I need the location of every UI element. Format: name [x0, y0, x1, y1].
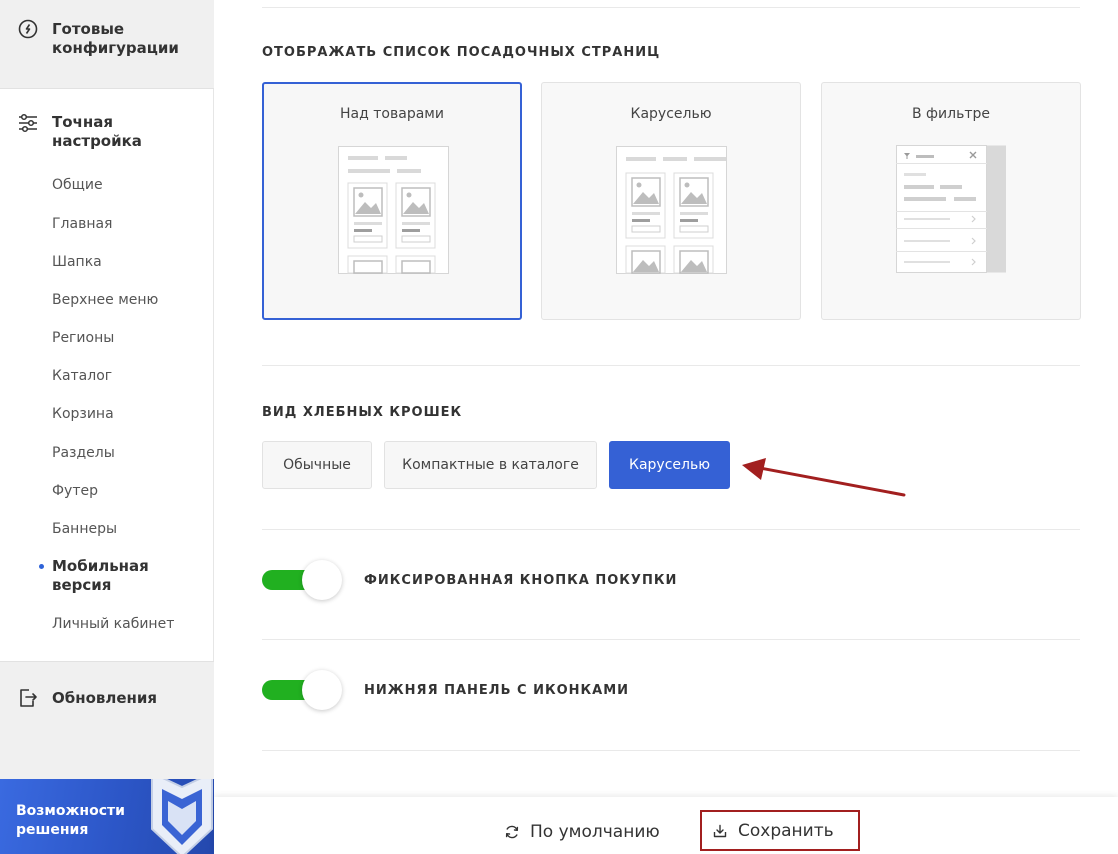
- landing-option-filter[interactable]: В фильтре: [821, 82, 1081, 320]
- sidebar-section-updates[interactable]: Обновления: [0, 661, 214, 779]
- reset-default-button[interactable]: По умолчанию: [504, 812, 660, 852]
- breadcrumbs-option-regular[interactable]: Обычные: [262, 441, 372, 489]
- annotation-arrow: [742, 458, 906, 497]
- updates-icon: [20, 689, 37, 707]
- save-button[interactable]: Сохранить: [700, 810, 860, 851]
- sidebar-head-fine-tuning[interactable]: Точная настройка: [52, 113, 172, 151]
- toggle-knob: [302, 670, 342, 710]
- landing-section-title: ОТОБРАЖАТЬ СПИСОК ПОСАДОЧНЫХ СТРАНИЦ: [262, 45, 661, 60]
- sidebar-item-footer[interactable]: Футер: [52, 482, 98, 500]
- action-footer: По умолчанию Сохранить: [214, 797, 1118, 854]
- sidebar: Готовые конфигурации Точная настройка Об…: [0, 0, 214, 854]
- landing-option-carousel[interactable]: Каруселью: [541, 82, 801, 320]
- sidebar-item-banners[interactable]: Баннеры: [52, 520, 117, 538]
- sidebar-item-account[interactable]: Личный кабинет: [52, 615, 174, 633]
- sidebar-item-mobile[interactable]: Мобильная версия: [52, 557, 172, 595]
- carousel-preview-icon: [616, 146, 727, 274]
- divider-breadcrumbs: [262, 529, 1080, 530]
- sliders-icon: [19, 113, 37, 133]
- sidebar-item-general[interactable]: Общие: [52, 176, 103, 194]
- above-products-preview-icon: [338, 146, 449, 274]
- filter-preview-icon: [896, 145, 1006, 273]
- save-label: Сохранить: [738, 820, 834, 841]
- shield-logo-icon: [151, 779, 213, 854]
- breadcrumbs-section-title: ВИД ХЛЕБНЫХ КРОШЕК: [262, 405, 463, 420]
- promo-banner[interactable]: Возможности решения: [0, 779, 214, 854]
- toggle-knob: [302, 560, 342, 600]
- sidebar-item-main[interactable]: Главная: [52, 215, 112, 233]
- landing-option-label: В фильтре: [912, 106, 990, 122]
- refresh-icon: [505, 825, 519, 839]
- divider-top: [262, 7, 1080, 8]
- divider-landing: [262, 365, 1080, 366]
- divider-toggle-2: [262, 750, 1080, 751]
- divider-toggle-1: [262, 639, 1080, 640]
- breadcrumbs-option-compact[interactable]: Компактные в каталоге: [384, 441, 597, 489]
- landing-option-label: Над товарами: [340, 106, 444, 122]
- sidebar-section-ready-configs[interactable]: Готовые конфигурации: [0, 0, 214, 89]
- sidebar-item-cart[interactable]: Корзина: [52, 405, 114, 423]
- active-item-dot: [39, 564, 44, 569]
- fixed-buy-button-toggle[interactable]: [262, 560, 342, 600]
- configs-icon: [18, 19, 38, 39]
- sidebar-item-header[interactable]: Шапка: [52, 253, 102, 271]
- landing-option-label: Каруселью: [630, 106, 712, 122]
- sidebar-item-sections[interactable]: Разделы: [52, 444, 115, 462]
- bottom-icons-panel-label: НИЖНЯЯ ПАНЕЛЬ С ИКОНКАМИ: [364, 683, 630, 698]
- landing-option-above-products[interactable]: Над товарами: [262, 82, 522, 320]
- download-icon: [713, 824, 727, 837]
- breadcrumbs-option-carousel[interactable]: Каруселью: [609, 441, 730, 489]
- sidebar-item-top-menu[interactable]: Верхнее меню: [52, 291, 158, 309]
- promo-text: Возможности решения: [16, 803, 125, 838]
- fixed-buy-button-label: ФИКСИРОВАННАЯ КНОПКА ПОКУПКИ: [364, 573, 678, 588]
- bottom-icons-panel-toggle[interactable]: [262, 670, 342, 710]
- reset-default-label: По умолчанию: [530, 822, 660, 842]
- sidebar-head-updates: Обновления: [52, 689, 158, 707]
- sidebar-head-ready-configs: Готовые конфигурации: [52, 20, 179, 57]
- sidebar-item-regions[interactable]: Регионы: [52, 329, 114, 347]
- sidebar-item-catalog[interactable]: Каталог: [52, 367, 112, 385]
